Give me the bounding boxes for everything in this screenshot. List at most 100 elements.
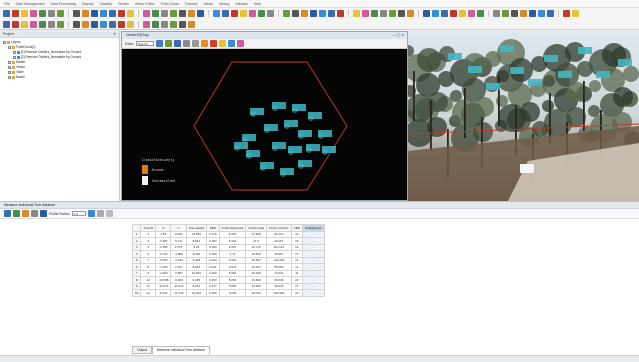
circle-icon[interactable] (191, 40, 199, 47)
select-icon[interactable] (173, 40, 181, 47)
toolbar-button-icon[interactable] (477, 10, 484, 17)
brush-icon[interactable] (227, 40, 235, 47)
save-icon[interactable] (13, 210, 20, 217)
menu-item[interactable]: Forestry (185, 2, 198, 6)
profile-radius-input[interactable]: 1.0 (71, 211, 86, 216)
delete-icon[interactable] (209, 40, 217, 47)
toolbar-button-icon[interactable] (310, 10, 317, 17)
pan-icon[interactable] (164, 40, 172, 47)
toolbar-button-icon[interactable] (249, 10, 256, 17)
toolbar-button-icon[interactable] (73, 20, 80, 28)
toolbar-button-icon[interactable] (127, 20, 134, 28)
toolbar-button-icon[interactable] (152, 20, 159, 28)
menu-item[interactable]: Point Cloud (161, 2, 179, 6)
toolbar-button-icon[interactable] (179, 20, 186, 28)
menu-item[interactable]: Help (254, 2, 261, 6)
toolbar-button-icon[interactable] (572, 10, 579, 17)
tab-output[interactable]: Output (132, 346, 152, 354)
toolbar-button-icon[interactable] (337, 10, 344, 17)
toolbar-button-icon[interactable] (258, 10, 265, 17)
checkbox-icon[interactable] (13, 51, 16, 54)
toolbar-button-icon[interactable] (170, 10, 177, 17)
toolbar-button-icon[interactable] (423, 10, 430, 17)
menu-item[interactable]: Terrain (118, 2, 129, 6)
toolbar-button-icon[interactable] (91, 10, 98, 17)
toolbar-button-icon[interactable] (39, 10, 46, 17)
toolbar-button-icon[interactable] (179, 10, 186, 17)
toolbar-button-icon[interactable] (57, 20, 64, 28)
toolbar-button-icon[interactable] (362, 10, 369, 17)
toolbar-button-icon[interactable] (188, 10, 195, 17)
toolbar-button-icon[interactable] (547, 10, 554, 17)
toolbar-button-icon[interactable] (529, 10, 536, 17)
toolbar-button-icon[interactable] (450, 10, 457, 17)
toolbar-button-icon[interactable] (143, 10, 150, 17)
toolbar-button-icon[interactable] (48, 10, 55, 17)
toolbar-button-icon[interactable] (407, 10, 414, 17)
toolbar-button-icon[interactable] (73, 10, 80, 17)
toolbar-button-icon[interactable] (520, 10, 527, 17)
point-cloud-scene[interactable] (408, 31, 639, 201)
menu-item[interactable]: Urban (204, 2, 214, 6)
menu-item[interactable]: Classify (100, 2, 112, 6)
toolbar-button-icon[interactable] (161, 10, 168, 17)
tree-item[interactable]: Model (3, 75, 116, 80)
checkbox-icon[interactable] (8, 76, 11, 79)
toolbar-button-icon[interactable] (12, 20, 19, 28)
toolbar-button-icon[interactable] (118, 10, 125, 17)
tab-measure-tree[interactable]: Measure Individual Tree Attribute (151, 346, 211, 354)
toolbar-button-icon[interactable] (432, 10, 439, 17)
filter-icon[interactable] (236, 40, 244, 47)
checkbox-icon[interactable] (13, 56, 16, 59)
toolbar-button-icon[interactable] (118, 20, 125, 28)
menu-item[interactable]: File (4, 2, 10, 6)
toolbar-button-icon[interactable] (301, 10, 308, 17)
measure-icon[interactable] (182, 40, 190, 47)
toolbar-button-icon[interactable] (3, 20, 10, 28)
toolbar-button-icon[interactable] (563, 10, 570, 17)
checkbox-icon[interactable] (8, 46, 11, 49)
toolbar-button-icon[interactable] (100, 10, 107, 17)
open-icon[interactable] (4, 210, 11, 217)
toolbar-button-icon[interactable] (222, 10, 229, 17)
toolbar-button-icon[interactable] (292, 10, 299, 17)
checkbox-icon[interactable] (8, 66, 11, 69)
toolbar-button-icon[interactable] (170, 20, 177, 28)
toolbar-button-icon[interactable] (127, 10, 134, 17)
export-icon[interactable] (22, 210, 29, 217)
field-selector[interactable]: Tree ID (135, 41, 154, 46)
toolbar-button-icon[interactable] (511, 10, 518, 17)
toolbar-button-icon[interactable] (21, 20, 28, 28)
edit-icon[interactable] (218, 40, 226, 47)
viewer-3d[interactable] (408, 31, 639, 201)
toolbar-button-icon[interactable] (109, 20, 116, 28)
toolbar-button-icon[interactable] (213, 10, 220, 17)
toolbar-button-icon[interactable] (493, 10, 500, 17)
menu-item[interactable]: Window (235, 2, 247, 6)
zoom-icon[interactable] (155, 40, 163, 47)
toolbar-button-icon[interactable] (152, 10, 159, 17)
toolbar-button-icon[interactable] (328, 10, 335, 17)
toolbar-button-icon[interactable] (12, 10, 19, 17)
clear-icon[interactable] (105, 210, 113, 217)
toolbar-button-icon[interactable] (30, 10, 37, 17)
toolbar-button-icon[interactable] (91, 20, 98, 28)
toolbar-button-icon[interactable] (502, 10, 509, 17)
toolbar-button-icon[interactable] (161, 20, 168, 28)
toolbar-button-icon[interactable] (100, 20, 107, 28)
toolbar-button-icon[interactable] (398, 10, 405, 17)
grid-icon[interactable] (40, 210, 47, 217)
menu-item[interactable]: Mining (219, 2, 229, 6)
toolbar-button-icon[interactable] (353, 10, 360, 17)
close-icon[interactable]: ✕ (113, 31, 116, 37)
toolbar-button-icon[interactable] (143, 20, 150, 28)
toolbar-button-icon[interactable] (21, 10, 28, 17)
toolbar-button-icon[interactable] (48, 20, 55, 28)
toolbar-button-icon[interactable] (39, 20, 46, 28)
toolbar-button-icon[interactable] (441, 10, 448, 17)
settings-icon[interactable] (31, 210, 38, 217)
toolbar-button-icon[interactable] (538, 10, 545, 17)
toolbar-button-icon[interactable] (468, 10, 475, 17)
checkbox-icon[interactable] (3, 41, 6, 44)
toolbar-button-icon[interactable] (389, 10, 396, 17)
